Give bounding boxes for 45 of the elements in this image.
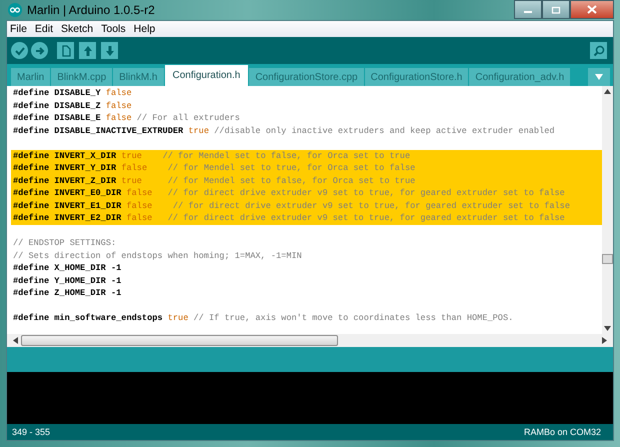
code-text: #define Z_HOME_DIR -1 [13,288,122,298]
board-port-text: RAMBo on COM32 [524,427,601,437]
comment-text: // for Mendel set to false, for Orca set to true [162,150,410,160]
code-text: #define INVERT_X_DIR [13,150,118,160]
code-text: #define Y_HOME_DIR -1 [13,276,122,286]
literal-text: true [188,126,209,136]
code-text: #define INVERT_E0_DIR [13,188,122,198]
literal-text: false [126,200,152,210]
literal-text: false [126,213,152,223]
menu-item[interactable]: Help [134,23,156,35]
code-text: #define DISABLE_Z [13,100,102,110]
comment-text: // for Mendel set to true, for Orca set to false [166,163,416,173]
comment-text: //disable only inactive extruders and keep active extruder enabled [213,126,555,136]
line-range-text: 349 - 355 [12,427,50,437]
window-title: Marlin | Arduino 1.0.5-r2 [27,3,155,17]
code-text: #define INVERT_E1_DIR [13,200,122,210]
comment-text: // Sets direction of endstops when homing; 1=MAX, -1=MIN [13,250,302,260]
menu-item[interactable]: Sketch [61,23,94,35]
comment-text: // for Mendel set to false, for Orca set to true [166,176,416,186]
code-text: #define min_software_endstops [13,313,164,323]
comment-text: // ENDSTOP SETTINGS: [13,238,116,248]
literal-text: false [126,188,152,198]
comment-text: // If true, axis won't move to coordinates less than HOME_POS. [192,313,514,323]
menu-item[interactable]: File [10,23,27,35]
comment-text: // for direct drive extruder v9 set to true, for geared extruder set to false [166,213,565,223]
code-text: #define INVERT_Z_DIR [13,176,118,186]
menu-item[interactable]: Edit [34,23,54,35]
comment-text: // For all extruders [136,113,240,123]
code-text: #define DISABLE_E [13,113,102,123]
code-text: #define DISABLE_Y [13,88,102,98]
code-text: #define DISABLE_INACTIVE_EXTRUDER [13,126,184,136]
comment-text: // for direct drive extruder v9 set to true, for geared extruder set to false [172,200,570,210]
literal-text: true [121,176,142,186]
file-tab[interactable]: Configuration.h [164,65,248,86]
literal-text: false [106,113,132,123]
literal-text: false [106,100,132,110]
literal-text: true [121,150,142,160]
literal-text: false [121,163,148,173]
literal-text: false [106,88,132,98]
code-text: #define INVERT_Y_DIR [13,163,118,173]
comment-text: // for direct drive extruder v9 set to true, for geared extruder set to false [166,188,565,198]
code-text: #define INVERT_E2_DIR [13,213,122,223]
menu-item[interactable]: Tools [101,23,126,35]
code-text: #define X_HOME_DIR -1 [13,263,122,273]
literal-text: true [168,313,188,323]
